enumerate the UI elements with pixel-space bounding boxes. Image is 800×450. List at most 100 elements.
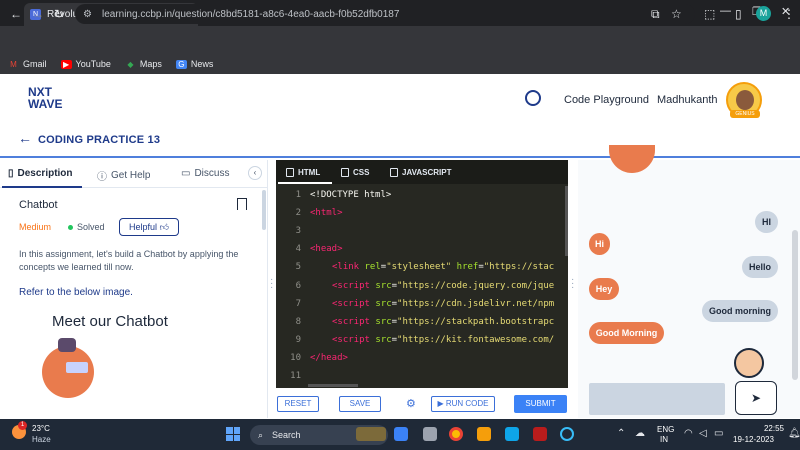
profile-avatar[interactable]: M (756, 6, 771, 21)
code-line[interactable]: <html> (310, 208, 343, 218)
file-explorer-icon[interactable] (477, 427, 491, 441)
line-number: 2 (295, 208, 301, 218)
task-view-icon[interactable] (423, 427, 437, 441)
side-panel-icon[interactable]: ▯ (735, 7, 742, 21)
reset-button[interactable]: RESET (277, 396, 319, 412)
js-file-icon (390, 168, 398, 177)
active-editor-tab-indicator (278, 182, 332, 184)
user-message: Hello (742, 256, 778, 278)
bot-message: Hey (589, 278, 619, 300)
helpful-button[interactable]: Helpful 👍︎ (119, 218, 179, 236)
url-input[interactable]: ⚙ learning.ccbp.in/question/c8bd5181-a8c… (75, 4, 695, 24)
user-name[interactable]: Madhukanth (657, 94, 718, 106)
reload-icon[interactable]: ↻ (54, 7, 64, 21)
tab-get-help[interactable]: ⓘ Get Help (97, 168, 150, 183)
bookmark-icon[interactable] (237, 198, 247, 210)
practice-title: CODING PRACTICE 13 (38, 134, 161, 146)
line-number: 9 (295, 335, 301, 345)
thumbs-up-icon: 👍︎ (159, 222, 169, 232)
language-indicator[interactable]: ENG (657, 425, 674, 434)
right-resize-handle[interactable]: · · · (571, 275, 574, 293)
code-line[interactable]: <head> (310, 244, 343, 254)
battery-icon[interactable]: ▭ (714, 428, 723, 439)
left-resize-handle[interactable]: · · · (270, 275, 273, 293)
code-line[interactable]: <script src="https://stackpath.bootstrap… (332, 317, 554, 327)
submit-button[interactable]: SUBMIT (514, 395, 567, 413)
line-number: 10 (290, 353, 301, 363)
clock-time[interactable]: 22:55 (754, 424, 784, 433)
code-line[interactable]: </head> (310, 353, 348, 363)
save-button[interactable]: SAVE (339, 396, 381, 412)
collapse-panel-icon[interactable]: ‹ (248, 166, 262, 180)
code-line[interactable]: <script src="https://kit.fontawesome.com… (332, 335, 554, 345)
tab-label: HTML (298, 168, 321, 177)
chrome-app-icon[interactable] (449, 427, 463, 441)
tab-label: CSS (353, 168, 370, 177)
code-line[interactable]: <script src="https://code.jquery.com/jqu… (332, 281, 554, 291)
cloud-icon[interactable]: ☁ (635, 428, 645, 439)
back-arrow-icon[interactable]: ← (18, 130, 32, 146)
code-line[interactable]: <script src="https://cdn.jsdelivr.net/np… (332, 299, 554, 309)
bookmark-youtube[interactable]: ▶ YouTube (60, 59, 111, 69)
vscode-app-icon[interactable] (505, 427, 519, 441)
tab-description[interactable]: ▯ Description (8, 168, 73, 179)
edge-app-icon[interactable] (560, 427, 574, 441)
wifi-icon[interactable]: ◠ (684, 428, 693, 439)
preview-scrollbar[interactable] (792, 230, 798, 380)
code-line[interactable]: <link rel="stylesheet" href="https://sta… (332, 262, 554, 272)
bookmark-label: YouTube (75, 59, 111, 69)
user-message: HI (755, 211, 778, 233)
install-app-icon[interactable]: ⧉ (651, 7, 660, 22)
tab-label: JAVASCRIPT (402, 168, 452, 177)
line-number: 7 (295, 299, 301, 309)
notifications-icon[interactable]: 🔔︎ (788, 428, 800, 439)
site-info-icon[interactable]: ⚙ (83, 9, 92, 20)
bookmark-news[interactable]: G News (175, 59, 214, 69)
menu-icon[interactable]: ⋮ (783, 7, 795, 21)
tray-chevron-icon[interactable]: ⌃ (617, 428, 625, 439)
chat-mascot-illustration (734, 348, 764, 378)
clock-date: 19-12-2023 (733, 435, 774, 444)
line-number: 3 (295, 226, 301, 236)
code-line[interactable]: <!DOCTYPE html> (310, 190, 391, 200)
editor-horizontal-scrollbar[interactable] (308, 384, 358, 387)
help-icon: ⓘ (97, 172, 107, 183)
css-file-icon (341, 168, 349, 177)
volume-icon[interactable]: ◁ (699, 428, 707, 439)
back-icon[interactable]: ← (10, 7, 22, 21)
send-button[interactable]: ➤ (735, 381, 777, 415)
bookmark-maps[interactable]: ◆ Maps (125, 59, 162, 69)
minimize-icon[interactable]: — (720, 5, 731, 17)
description-text: In this assignment, let's build a Chatbo… (19, 249, 239, 272)
settings-gear-icon[interactable]: ⚙ (406, 397, 416, 410)
tab-javascript[interactable]: JAVASCRIPT (390, 168, 452, 177)
weather-condition: Haze (32, 435, 51, 444)
bookmark-label: Gmail (23, 59, 47, 69)
tab-discuss[interactable]: ▭ Discuss (181, 168, 229, 179)
run-code-button[interactable]: ▶ RUN CODE (431, 396, 495, 412)
bookmark-gmail[interactable]: M Gmail (8, 59, 47, 69)
bookmark-star-icon[interactable]: ☆ (671, 7, 682, 21)
code-playground-link[interactable]: Code Playground (564, 94, 649, 106)
left-scrollbar[interactable] (262, 190, 266, 230)
tab-css[interactable]: CSS (341, 168, 369, 177)
bookmark-label: Maps (139, 59, 162, 69)
antivirus-app-icon[interactable] (533, 427, 547, 441)
chat-input[interactable] (589, 383, 725, 415)
youtube-icon: ▶ (60, 59, 72, 69)
nxtwave-logo[interactable]: NXT WAVE (28, 86, 62, 110)
copilot-app-icon[interactable] (394, 427, 408, 441)
news-icon: G (175, 59, 187, 69)
bookmark-label: News (190, 59, 214, 69)
editor-vertical-scrollbar[interactable] (565, 186, 568, 256)
extensions-icon[interactable]: ⬚ (704, 7, 715, 21)
user-message: Good morning (702, 300, 778, 322)
timer-icon[interactable] (525, 90, 541, 106)
bookmarks-bar: M Gmail ▶ YouTube ◆ Maps G News (0, 54, 800, 74)
windows-start-icon[interactable] (226, 427, 240, 441)
tab-html[interactable]: HTML (286, 168, 320, 177)
line-number: 4 (295, 244, 301, 254)
robot-illustration (58, 338, 76, 352)
forward-icon[interactable]: → (32, 7, 44, 21)
address-bar-row (0, 26, 800, 54)
